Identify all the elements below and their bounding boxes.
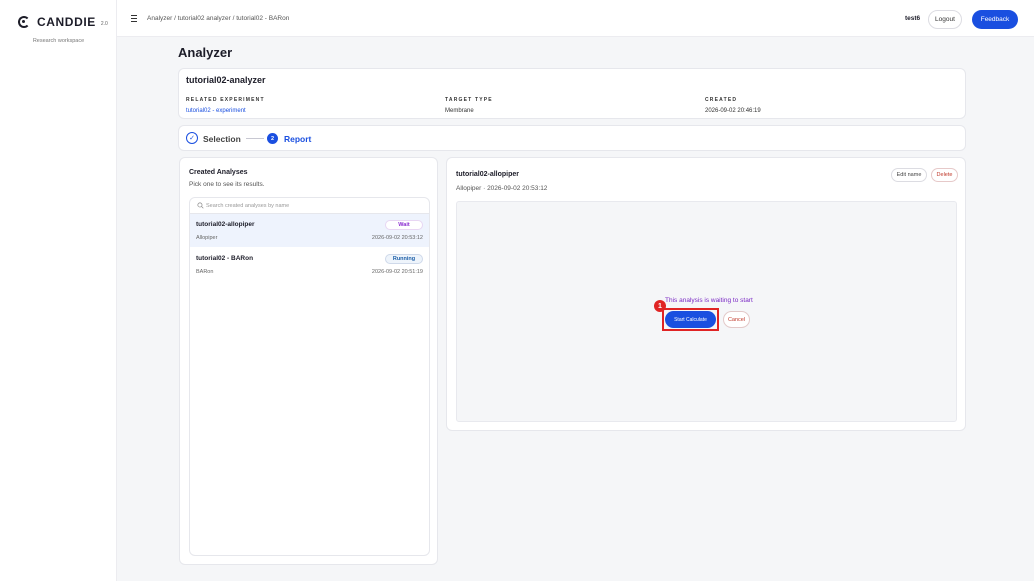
top-bar: Analyzer / tutorial02 analyzer / tutoria…: [117, 0, 1034, 37]
step-connector: [246, 138, 264, 139]
analysis-detail-panel: tutorial02-allopiper Allopiper · 2026-09…: [446, 157, 966, 431]
analyzer-name: tutorial02-analyzer: [186, 75, 266, 85]
steps-card: ✓ Selection 2 Report: [178, 125, 966, 151]
analysis-type: BARon: [196, 269, 214, 275]
analysis-date: 2026-09-02 20:51:19: [371, 269, 423, 275]
related-experiment: RELATED EXPERIMENT tutorial02 - experime…: [186, 97, 265, 114]
analysis-name: tutorial02 - BARon: [196, 255, 254, 262]
user-name: test6: [905, 15, 921, 22]
target-type-label: TARGET TYPE: [445, 97, 493, 103]
step-selection[interactable]: Selection: [203, 134, 241, 144]
analysis-date: 2026-09-02 20:53:12: [371, 235, 423, 241]
detail-title: tutorial02-allopiper: [456, 171, 520, 178]
created-analyses-subtitle: Pick one to see its results.: [189, 181, 265, 188]
detail-subtitle: Allopiper · 2026-09-02 20:53:12: [456, 185, 548, 192]
result-area: This analysis is waiting to start Start …: [456, 201, 957, 422]
feedback-button[interactable]: Feedback: [972, 10, 1018, 29]
cancel-button[interactable]: Cancel: [723, 311, 750, 328]
step-report[interactable]: Report: [284, 134, 311, 144]
created-label: CREATED: [705, 97, 738, 103]
edit-name-button[interactable]: Edit name: [891, 168, 927, 182]
status-badge: Wait: [385, 220, 423, 230]
search-box: [190, 198, 429, 214]
start-calculate-button[interactable]: Start Calculate: [665, 311, 716, 328]
canddie-logo-icon: [18, 16, 30, 28]
step-complete-check-icon[interactable]: ✓: [186, 132, 198, 144]
analysis-list-item[interactable]: tutorial02 - BARon Running BARon 2026-09…: [190, 248, 429, 281]
analysis-name: tutorial02-allopiper: [196, 221, 255, 228]
search-icon: [197, 202, 204, 209]
breadcrumb[interactable]: Analyzer / tutorial02 analyzer / tutoria…: [147, 15, 289, 22]
hamburger-menu-icon[interactable]: [127, 12, 140, 25]
brand-name: CANDDIE: [37, 15, 96, 29]
step-marker-badge: 1: [654, 300, 666, 312]
analysis-list-item[interactable]: tutorial02-allopiper Wait Allopiper 2026…: [190, 214, 429, 247]
created-value: 2026-09-02 20:46:19: [705, 108, 761, 114]
created-analyses-title: Created Analyses: [189, 169, 248, 176]
target-type: TARGET TYPE Membrane: [445, 97, 493, 114]
analyzer-info-card: tutorial02-analyzer RELATED EXPERIMENT t…: [178, 68, 966, 119]
page-title: Analyzer: [178, 45, 233, 60]
step-number-badge: 2: [267, 133, 278, 144]
sidebar: CANDDIE 2.0 Research workspace: [0, 0, 117, 581]
brand-version: 2.0: [100, 21, 108, 27]
search-input[interactable]: [206, 201, 406, 211]
target-type-value: Membrane: [445, 108, 474, 114]
analyses-list: tutorial02-allopiper Wait Allopiper 2026…: [189, 197, 430, 556]
analysis-type: Allopiper: [196, 235, 218, 241]
logout-button[interactable]: Logout: [928, 10, 962, 29]
delete-button[interactable]: Delete: [931, 168, 958, 182]
workspace-label: Research workspace: [32, 38, 85, 44]
brand-logo[interactable]: CANDDIE 2.0: [18, 15, 108, 29]
waiting-message: This analysis is waiting to start: [665, 297, 753, 304]
status-badge: Running: [385, 254, 423, 264]
related-experiment-link[interactable]: tutorial02 - experiment: [186, 108, 265, 114]
created-analyses-panel: Created Analyses Pick one to see its res…: [179, 157, 438, 565]
related-experiment-label: RELATED EXPERIMENT: [186, 97, 265, 103]
created-date: CREATED 2026-09-02 20:46:19: [705, 97, 761, 114]
